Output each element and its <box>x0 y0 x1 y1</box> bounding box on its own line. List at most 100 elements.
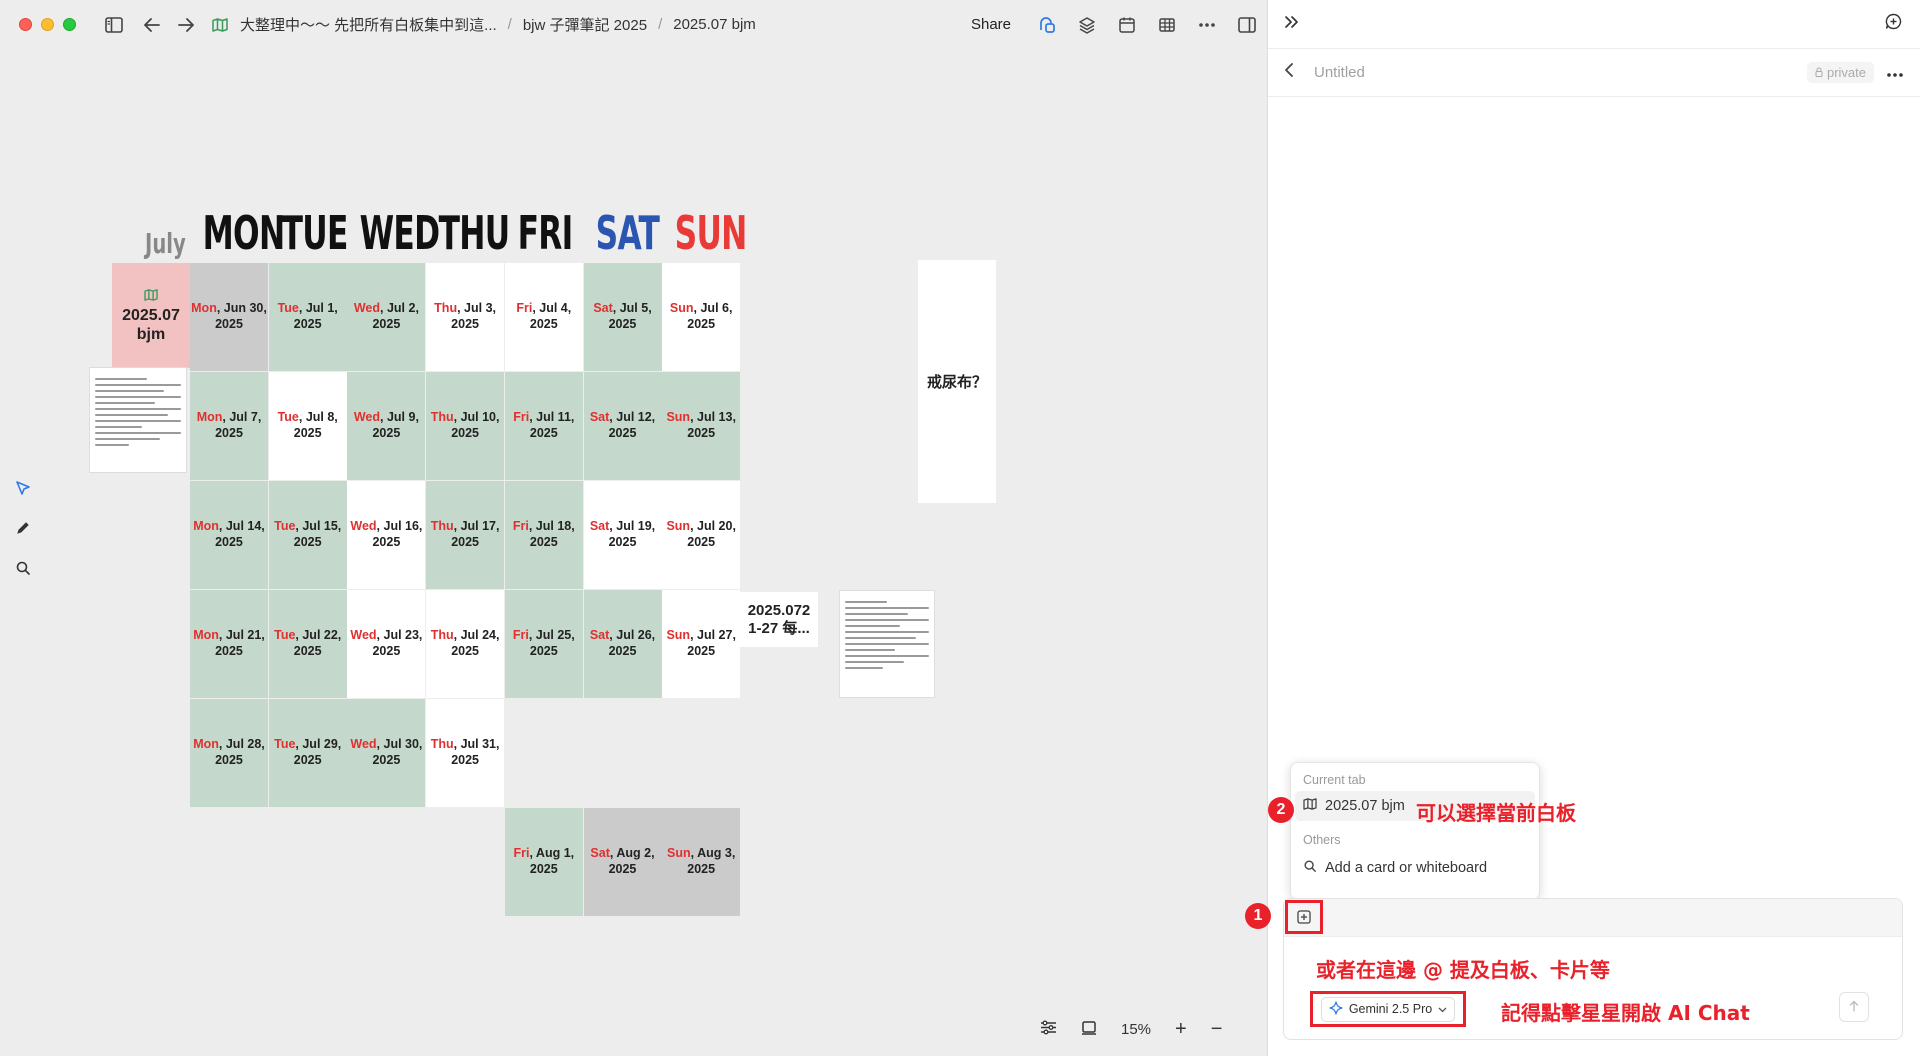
day-cell-date: Fri, Aug 1, 2025 <box>513 846 574 877</box>
calendar-day-cell[interactable]: Fri, Jul 11, 2025 <box>504 372 583 480</box>
calendar-day-cell[interactable]: Tue, Jul 22, 2025 <box>268 590 347 698</box>
table-icon[interactable] <box>1153 11 1181 39</box>
zoom-out-button[interactable]: − <box>1211 1018 1223 1041</box>
frame-icon[interactable] <box>1081 1020 1097 1039</box>
minimize-window-button[interactable] <box>41 18 54 31</box>
day-cell-weekday: Wed <box>350 519 377 534</box>
calendar-day-cell[interactable]: Sun, Jul 27, 2025 <box>662 590 741 698</box>
calendar-day-cell[interactable]: Sun, Jul 20, 2025 <box>662 481 741 589</box>
sliders-icon[interactable] <box>1040 1020 1057 1039</box>
calendar-day-cell[interactable]: Fri, Jul 4, 2025 <box>504 263 583 371</box>
day-cell-date: Thu, Jul 3, 2025 <box>434 301 496 332</box>
day-cell-year: 2025 <box>215 426 243 440</box>
canvas-tool-strip <box>10 475 36 581</box>
add-context-button[interactable] <box>1285 900 1323 934</box>
board-link-card[interactable]: 2025.07 bjm <box>112 263 190 368</box>
day-cell-monthday: , Jul 23, <box>376 628 423 643</box>
forward-arrow-icon[interactable] <box>172 11 200 39</box>
privacy-badge[interactable]: private <box>1807 62 1874 83</box>
board-link-title: 2025.07 bjm <box>122 306 180 344</box>
search-icon[interactable] <box>10 555 36 581</box>
calendar-day-cell[interactable]: Sun, Jul 13, 2025 <box>662 372 741 480</box>
zoom-window-button[interactable] <box>63 18 76 31</box>
calendar-day-cell[interactable]: Fri, Jul 18, 2025 <box>504 481 583 589</box>
calendar-day-cell[interactable]: Tue, Jul 15, 2025 <box>268 481 347 589</box>
zoom-level[interactable]: 15% <box>1121 1021 1151 1038</box>
calendar-day-cell[interactable]: Wed, Jul 16, 2025 <box>347 481 426 589</box>
calendar-day-cell[interactable]: Tue, Jul 8, 2025 <box>268 372 347 480</box>
document-thumbnail-card[interactable] <box>89 367 187 473</box>
calendar-day-cell[interactable]: Sun, Jul 6, 2025 <box>662 263 741 371</box>
note-card-diaper[interactable]: 戒尿布？ <box>918 260 996 503</box>
calendar-day-cell[interactable]: Sat, Jul 26, 2025 <box>583 590 662 698</box>
pen-tool-icon[interactable] <box>10 515 36 541</box>
day-cell-date: Sun, Aug 3, 2025 <box>667 846 735 877</box>
breadcrumb-item-notebook[interactable]: bjw 子彈筆記 2025 <box>523 14 647 35</box>
split-view-icon[interactable] <box>1233 11 1261 39</box>
calendar-day-cell[interactable]: Thu, Jul 3, 2025 <box>426 263 505 371</box>
day-cell-year: 2025 <box>687 862 716 876</box>
calendar-day-cell[interactable]: Sat, Jul 19, 2025 <box>583 481 662 589</box>
calendar-day-cell[interactable]: Thu, Jul 10, 2025 <box>426 372 505 480</box>
calendar-day-cell[interactable]: Mon, Jun 30, 2025 <box>190 263 268 371</box>
day-cell-date: Fri, Jul 18, 2025 <box>513 519 575 550</box>
breadcrumb-item-current[interactable]: 2025.07 bjm <box>673 16 756 33</box>
share-button[interactable]: Share <box>971 16 1011 33</box>
day-cell-date: Tue, Jul 22, 2025 <box>274 628 341 659</box>
calendar-day-cell[interactable]: Mon, Jul 21, 2025 <box>190 590 268 698</box>
day-cell-date: Sun, Jul 6, 2025 <box>670 301 733 332</box>
day-cell-monthday: , Jul 17, <box>453 519 500 534</box>
day-cell-monthday: , Jul 26, <box>609 628 656 643</box>
calendar-day-cell[interactable]: Sun, Aug 3, 2025 <box>662 808 741 916</box>
calendar-header: July MON TUE WED THU FRI SAT SUN <box>112 204 747 260</box>
calendar-day-cell[interactable]: Mon, Jul 7, 2025 <box>190 372 268 480</box>
collapse-panel-icon[interactable] <box>1284 15 1300 34</box>
select-tool-icon[interactable] <box>10 475 36 501</box>
chat-title[interactable]: Untitled <box>1314 64 1365 81</box>
calendar-day-cell[interactable]: Thu, Jul 17, 2025 <box>426 481 505 589</box>
day-cell-year: 2025 <box>687 317 716 331</box>
model-selector[interactable]: Gemini 2.5 Pro <box>1320 996 1456 1022</box>
calendar-day-cell[interactable]: Tue, Jul 29, 2025 <box>268 699 347 807</box>
calendar-day-cell[interactable]: Fri, Jul 25, 2025 <box>504 590 583 698</box>
calendar-day-cell[interactable]: Wed, Jul 23, 2025 <box>347 590 426 698</box>
calendar-day-cell[interactable]: Wed, Jul 9, 2025 <box>347 372 426 480</box>
send-button[interactable] <box>1839 992 1869 1022</box>
calendar-day-cell[interactable]: Wed, Jul 2, 2025 <box>347 263 426 371</box>
more-icon[interactable] <box>1193 11 1221 39</box>
calendar-day-cell[interactable]: Mon, Jul 14, 2025 <box>190 481 268 589</box>
day-cell-monthday: , Jul 3, <box>457 301 496 316</box>
annotation-badge-2: 2 <box>1268 797 1294 823</box>
day-cell-year: 2025 <box>293 426 322 440</box>
day-cell-year: 2025 <box>687 644 716 658</box>
add-card-or-whiteboard-option[interactable]: Add a card or whiteboard <box>1291 853 1539 883</box>
day-cell-weekday: Wed <box>350 628 377 643</box>
day-cell-date: Tue, Jul 15, 2025 <box>274 519 341 550</box>
collaboration-icon[interactable] <box>1033 11 1061 39</box>
calendar-day-cell[interactable]: Tue, Jul 1, 2025 <box>268 263 347 371</box>
back-arrow-icon[interactable] <box>138 11 166 39</box>
calendar-day-cell[interactable]: Mon, Jul 28, 2025 <box>190 699 268 807</box>
document-thumbnail-card[interactable] <box>839 590 935 698</box>
chevron-left-icon[interactable] <box>1284 63 1294 82</box>
calendar-day-cell[interactable]: Sat, Jul 5, 2025 <box>583 263 662 371</box>
calendar-icon[interactable] <box>1113 11 1141 39</box>
calendar-day-cell[interactable]: Sat, Aug 2, 2025 <box>583 808 662 916</box>
calendar-day-cell[interactable]: Thu, Jul 24, 2025 <box>426 590 505 698</box>
breadcrumb-item-root[interactable]: 大整理中～～ 先把所有白板集中到這... <box>240 14 497 35</box>
zoom-in-button[interactable]: + <box>1175 1018 1187 1041</box>
calendar-day-cell[interactable]: Fri, Aug 1, 2025 <box>504 808 583 916</box>
annotation-badge-1: 1 <box>1245 903 1271 929</box>
sparkle-icon[interactable] <box>1329 1000 1343 1018</box>
note-card-weekly[interactable]: 2025.072 1-27 每... <box>740 592 818 647</box>
calendar-day-cell[interactable]: Sat, Jul 12, 2025 <box>583 372 662 480</box>
calendar-day-cell[interactable]: Wed, Jul 30, 2025 <box>347 699 426 807</box>
close-window-button[interactable] <box>19 18 32 31</box>
layers-icon[interactable] <box>1073 11 1101 39</box>
day-cell-weekday: Tue <box>274 737 296 752</box>
more-icon[interactable] <box>1886 62 1904 83</box>
calendar-day-cell[interactable]: Thu, Jul 31, 2025 <box>426 699 505 807</box>
day-cell-date: Mon, Jul 7, 2025 <box>197 410 262 441</box>
new-chat-icon[interactable] <box>1885 13 1902 35</box>
sidebar-toggle-icon[interactable] <box>100 11 128 39</box>
